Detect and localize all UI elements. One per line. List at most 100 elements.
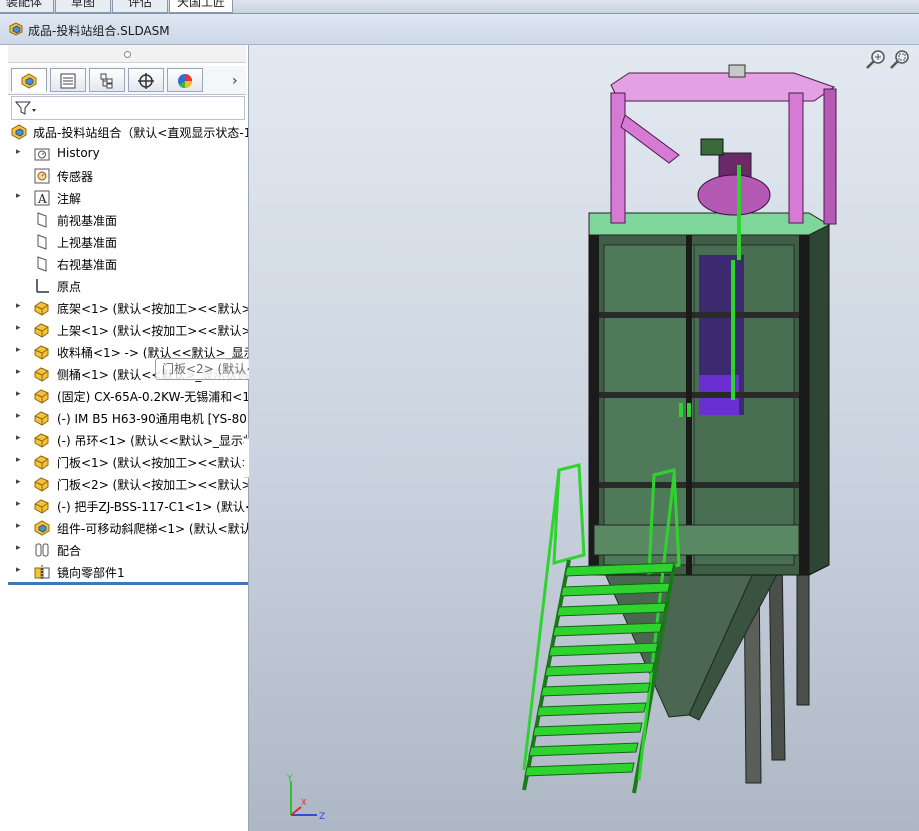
tree-item[interactable]: ▸ 上架<1> (默认<按加工><<默认>_ — [8, 319, 248, 341]
panel-splitter[interactable] — [8, 45, 246, 63]
part-icon — [34, 367, 49, 382]
annotation-icon: A — [34, 190, 50, 206]
tree-filter[interactable] — [11, 96, 245, 120]
tree-item-label: History — [57, 146, 100, 160]
tree-item[interactable]: 右视基准面 — [8, 253, 248, 275]
tree-item[interactable]: ▸ 组件-可移动斜爬梯<1> (默认<默认 — [8, 517, 248, 539]
tree-item-label: 前视基准面 — [57, 214, 118, 228]
stair-step — [544, 662, 655, 677]
expand-arrow-icon[interactable]: ▸ — [16, 389, 21, 399]
tree-item[interactable]: ▸ 底架<1> (默认<按加工><<默认>_ — [8, 297, 248, 319]
part-icon — [34, 301, 49, 316]
tree-item[interactable]: 原点 — [8, 275, 248, 297]
expand-arrow-icon[interactable]: ▸ — [16, 301, 21, 311]
history-icon — [34, 148, 50, 161]
splitter-grip-icon[interactable] — [124, 51, 131, 58]
tree-item-label: 组件-可移动斜爬梯<1> (默认<默认 — [57, 522, 248, 536]
panel-divider — [8, 582, 248, 585]
sensor-icon — [34, 168, 50, 184]
tree-item[interactable]: ▸ 门板<2> (默认<按加工><<默认>_ — [8, 473, 248, 495]
stair-step — [532, 722, 643, 737]
panel-tabs: › — [8, 66, 246, 95]
tree-item[interactable]: ▸ (-) 吊环<1> (默认<<默认>_显示状 — [8, 429, 248, 451]
coordinate-triad: Y Z X — [286, 774, 325, 822]
plane-icon — [37, 256, 47, 272]
expand-arrow-icon[interactable]: ▸ — [16, 521, 21, 531]
mates-icon — [35, 543, 49, 557]
model-3d-view[interactable] — [249, 45, 919, 831]
svg-text:A: A — [37, 192, 47, 206]
origin-icon — [36, 279, 49, 293]
tree-item[interactable]: ▸ A 注解 — [8, 187, 248, 209]
tree-item[interactable]: ▸ 配合 — [8, 539, 248, 561]
tree-item[interactable]: ▸ (-) IM B5 H63-90通用电机 [YS-801 — [8, 407, 248, 429]
graphics-viewport[interactable]: Y Z X — [249, 45, 919, 831]
tree-item[interactable]: ▸ (固定) CX-65A-0.2KW-无锡浦和<1 — [8, 385, 248, 407]
part-icon — [34, 433, 49, 448]
expand-arrow-icon[interactable]: ▸ — [16, 565, 21, 575]
dimxpert-tab[interactable] — [128, 68, 164, 92]
tree-item[interactable]: ▸ History — [8, 143, 248, 165]
expand-arrow-icon[interactable]: ▸ — [16, 323, 21, 333]
expand-arrow-icon[interactable]: ▸ — [16, 411, 21, 421]
tree-item-label: (-) 把手ZJ-BSS-117-C1<1> (默认< — [57, 500, 248, 514]
tab-tianguo-gongjiang[interactable]: 天国工匠 — [169, 0, 233, 13]
expand-arrow-icon[interactable]: ▸ — [16, 543, 21, 553]
triad-z-label: Z — [319, 812, 325, 822]
tree-item-label: 上架<1> (默认<按加工><<默认>_ — [57, 324, 248, 338]
configurationmanager-tab[interactable] — [89, 68, 125, 92]
assembly-icon — [11, 124, 27, 140]
expand-arrow-icon[interactable]: ▸ — [16, 477, 21, 487]
subassembly-icon — [34, 520, 50, 536]
chevron-right-icon[interactable]: › — [232, 73, 238, 89]
part-icon — [34, 499, 49, 514]
mirror-component-icon — [34, 565, 50, 580]
tree-item-label: 传感器 — [57, 170, 94, 184]
tree-root-label: 成品-投料站组合（默认<直观显示状态-1 — [33, 126, 248, 140]
cabinet — [588, 212, 831, 576]
expand-arrow-icon[interactable]: ▸ — [16, 367, 21, 377]
part-icon — [34, 389, 49, 404]
featuremanager-icon — [21, 73, 37, 89]
tree-item[interactable]: 上视基准面 — [8, 231, 248, 253]
tab-sketch[interactable]: 草图 — [55, 0, 111, 13]
displaymanager-tab[interactable] — [167, 68, 203, 92]
propertymanager-icon — [60, 73, 76, 89]
tree-item[interactable]: 前视基准面 — [8, 209, 248, 231]
expand-arrow-icon[interactable]: ▸ — [16, 455, 21, 465]
part-icon — [34, 345, 49, 360]
expand-arrow-icon[interactable]: ▸ — [16, 147, 21, 157]
tree-item-label: 右视基准面 — [57, 258, 118, 272]
featuremanager-tab[interactable] — [11, 68, 47, 92]
document-tab-bar: 成品-投料站组合.SLDASM — [0, 14, 919, 45]
tree-item-label: 上视基准面 — [57, 236, 118, 250]
filter-icon — [15, 101, 36, 115]
triad-x-label: X — [301, 798, 307, 807]
tree-item-label: (固定) CX-65A-0.2KW-无锡浦和<1 — [57, 390, 248, 404]
stair-step — [528, 742, 639, 757]
expand-arrow-icon[interactable]: ▸ — [16, 345, 21, 355]
expand-arrow-icon[interactable]: ▸ — [16, 191, 21, 201]
expand-arrow-icon[interactable]: ▸ — [16, 499, 21, 509]
command-manager-tabs: 装配体 草图 评估 天国工匠 — [0, 0, 919, 14]
propertymanager-tab[interactable] — [50, 68, 86, 92]
tree-root[interactable]: 成品-投料站组合（默认<直观显示状态-1 — [8, 121, 248, 143]
plane-icon — [37, 234, 47, 250]
part-icon — [34, 455, 49, 470]
configurationmanager-icon — [100, 73, 113, 89]
tab-assembly[interactable]: 装配体 — [0, 0, 54, 13]
tree-item[interactable]: ▸ (-) 把手ZJ-BSS-117-C1<1> (默认< — [8, 495, 248, 517]
triad-y-label: Y — [286, 774, 293, 784]
stair-step — [536, 702, 647, 717]
tree-item[interactable]: ▸ 镜向零部件1 — [8, 561, 248, 583]
part-icon — [34, 411, 49, 426]
expand-arrow-icon[interactable]: ▸ — [16, 433, 21, 443]
stair-step — [524, 762, 635, 777]
tree-item-label: 门板<2> (默认<按加工><<默认>_ — [57, 478, 248, 492]
tree-item-label: 配合 — [57, 544, 82, 558]
tab-evaluate[interactable]: 评估 — [112, 0, 168, 13]
tree-item-label: 镜向零部件1 — [57, 566, 125, 580]
tree-item[interactable]: 传感器 — [8, 165, 248, 187]
tree-item[interactable]: ▸ 门板<1> (默认<按加工><<默认>_ — [8, 451, 248, 473]
tree-item-label: 门板<1> (默认<按加工><<默认>_ — [57, 456, 248, 470]
